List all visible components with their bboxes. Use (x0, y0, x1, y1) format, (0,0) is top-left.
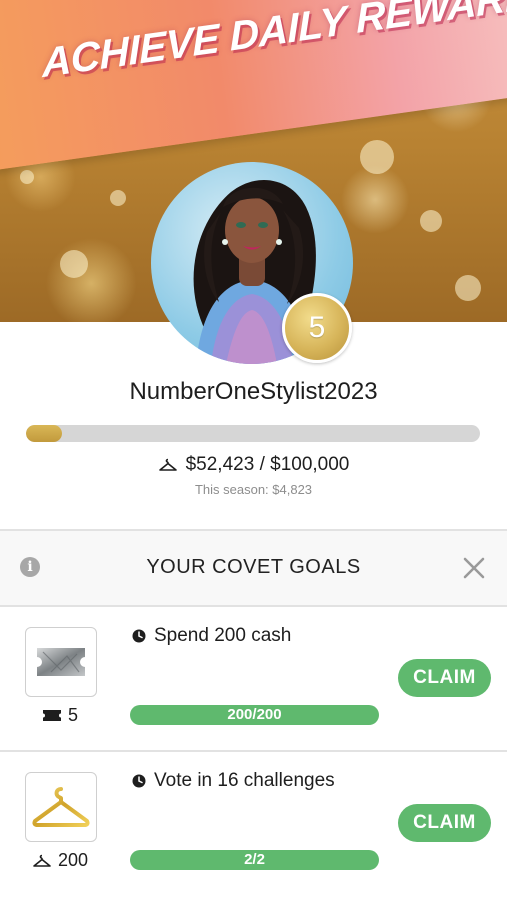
goal-description: Vote in 16 challenges (132, 770, 335, 792)
goal-row: 5 Spend 200 cash CLAIM 200/200 (0, 607, 507, 752)
clock-icon (132, 774, 146, 788)
bokeh-light (455, 275, 481, 301)
bokeh-light (420, 210, 442, 232)
goals-title: YOUR COVET GOALS (146, 556, 361, 578)
claim-button[interactable]: CLAIM (398, 659, 491, 697)
hanger-icon (158, 458, 177, 471)
claim-button[interactable]: CLAIM (398, 804, 491, 842)
goal-reward: 5 (20, 705, 100, 726)
level-badge: 5 (282, 293, 352, 363)
goal-text: Spend 200 cash (154, 625, 292, 646)
season-earnings: This season: $4,823 (194, 482, 313, 497)
goal-text: Vote in 16 challenges (154, 770, 335, 791)
goal-description: Spend 200 cash (132, 625, 291, 647)
money-progress-fill (26, 425, 63, 442)
ticket-icon (42, 710, 61, 721)
silver-ticket-icon (37, 648, 85, 676)
bokeh-light (110, 190, 126, 206)
goal-reward-thumbnail (25, 772, 97, 842)
level-number: 5 (308, 311, 326, 344)
goal-reward: 200 (20, 850, 100, 871)
money-progress: $52,423 / $100,000 (0, 454, 507, 476)
clock-icon (132, 629, 146, 643)
gold-hanger-icon (32, 787, 90, 827)
goal-progress-bar: 200/200 (130, 705, 379, 725)
reward-amount: 5 (67, 705, 78, 725)
reward-amount: 200 (57, 850, 89, 870)
money-progress-text: $52,423 / $100,000 (185, 454, 350, 475)
close-icon[interactable] (461, 555, 487, 581)
bokeh-light (360, 140, 394, 174)
goal-progress-bar: 2/2 (130, 850, 379, 870)
goal-row: 200 Vote in 16 challenges CLAIM 2/2 (0, 752, 507, 897)
bokeh-light (60, 250, 88, 278)
money-progress-bar (26, 425, 480, 442)
hanger-icon (33, 854, 51, 867)
goal-reward-thumbnail (25, 627, 97, 697)
bokeh-light (20, 170, 34, 184)
username: NumberOneStylist2023 (129, 378, 378, 405)
